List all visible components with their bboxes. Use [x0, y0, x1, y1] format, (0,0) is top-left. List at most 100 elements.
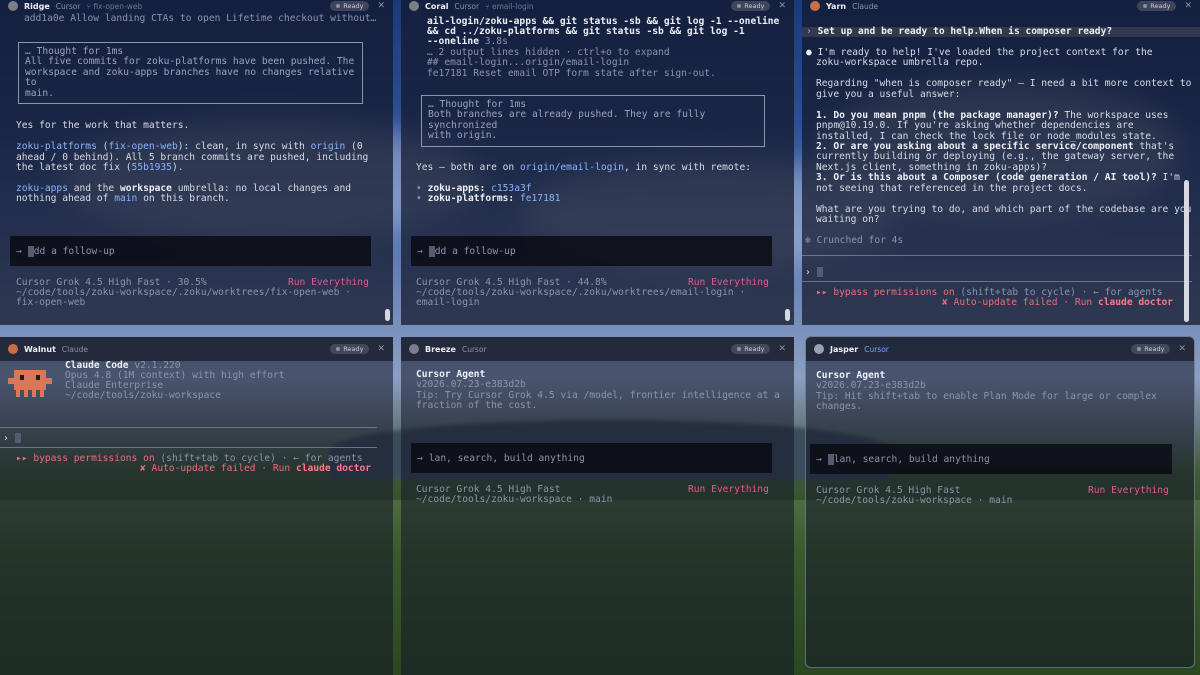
close-icon[interactable]: ✕ [1184, 1, 1192, 11]
response-line: pnpm@10.19.0. If you're asking whether d… [816, 120, 1134, 131]
pane-ridge[interactable]: Ridge Cursor ⑂ fix-open-web Ready ✕ add1… [0, 0, 393, 325]
pane-titlebar: Coral Cursor ⑂ email-login Ready ✕ [401, 0, 794, 12]
response-line: Yes for the work that matters. [16, 120, 190, 131]
close-icon[interactable]: ✕ [1178, 344, 1186, 354]
agent-kind: Cursor [864, 344, 889, 354]
close-icon[interactable]: ✕ [377, 1, 385, 11]
cursor-logo-icon [814, 344, 824, 354]
branch-label: ⑂ email-login [485, 1, 534, 11]
pane-name: Ridge [24, 1, 50, 11]
response-line: zoku-platforms (fix-open-web): clean, in… [16, 141, 363, 152]
arrow-icon: → [417, 452, 423, 464]
status-badge: Ready [330, 344, 370, 354]
crunched-status: ✻ Crunched for 4s [805, 235, 904, 246]
bullet-item: • zoku-platforms: fe17181 [416, 193, 561, 204]
working-dir: ~/code/tools/zoku-workspace · main [416, 494, 613, 505]
close-icon[interactable]: ✕ [377, 344, 385, 354]
claude-mascot-icon [8, 370, 52, 397]
working-dir: ~/code/tools/zoku-workspace [65, 390, 221, 401]
prompt-input[interactable]: › [3, 433, 21, 444]
pane-jasper[interactable]: Jasper Cursor Ready ✕ Cursor Agent v2026… [805, 336, 1195, 668]
cursor-logo-icon [8, 1, 18, 11]
pane-name: Jasper [830, 344, 859, 354]
prompt-placeholder: dd a follow-up [33, 245, 115, 257]
pane-walnut[interactable]: Walnut Claude Ready ✕ Claude Code v2.1.2… [0, 337, 393, 675]
prompt-input[interactable]: › [805, 267, 823, 278]
agent-kind: Cursor [461, 344, 487, 354]
response-line: zoku-workspace umbrella repo. [816, 57, 984, 68]
pane-titlebar: Breeze Cursor Ready ✕ [401, 337, 794, 361]
output-line: fe17181 Reset email OTP form state after… [427, 68, 716, 79]
arrow-icon: → [16, 245, 22, 257]
agent-kind: Claude [852, 1, 879, 11]
pane-name: Yarn [826, 1, 847, 11]
run-everything-label[interactable]: Run Everything [688, 484, 769, 495]
branch-label: ⑂ fix-open-web [86, 1, 143, 11]
scrollbar[interactable] [385, 309, 390, 321]
arrow-icon: → [417, 245, 423, 257]
divider [802, 281, 1192, 282]
version: v2026.07.23-e383d2b [416, 379, 526, 390]
response-line: not seeing that referenced in the projec… [816, 183, 1088, 194]
divider [0, 427, 377, 428]
branch-name: email-login [416, 297, 480, 308]
status-badge: Ready [731, 344, 771, 354]
prompt-input[interactable]: → dd a follow-up [411, 236, 772, 266]
response-line: 3. Or is this about a Composer (code gen… [816, 172, 1180, 183]
run-everything-label[interactable]: Run Everything [1088, 485, 1169, 496]
cursor-logo-icon [409, 344, 419, 354]
close-icon[interactable]: ✕ [778, 344, 786, 354]
pane-name: Walnut [24, 344, 56, 354]
pane-titlebar: Yarn Claude Ready ✕ [802, 0, 1200, 12]
agent-kind: Claude [61, 344, 88, 354]
output-line: ## email-login...origin/email-login [427, 57, 630, 68]
arrow-icon: → [816, 453, 822, 465]
pane-titlebar: Walnut Claude Ready ✕ [0, 337, 393, 361]
text-cursor [14, 433, 21, 443]
thought-block: … Thought for 1ms All five commits for z… [18, 42, 363, 105]
scrollbar[interactable] [785, 309, 790, 321]
response-line: Yes — both are on origin/email-login, in… [416, 162, 752, 173]
pane-breeze[interactable]: Breeze Cursor Ready ✕ Cursor Agent v2026… [401, 337, 794, 675]
response-line: give you a useful answer: [816, 89, 961, 100]
prompt-input[interactable]: → dd a follow-up [10, 236, 371, 266]
divider [802, 255, 1192, 256]
status-badge: Ready [330, 1, 370, 11]
tip-text: Tip: Hit shift+tab to enable Plan Mode f… [816, 391, 1157, 402]
divider [0, 447, 377, 448]
pane-coral[interactable]: Coral Cursor ⑂ email-login Ready ✕ ail-l… [401, 0, 794, 325]
prompt-input[interactable]: → lan, search, build anything [810, 444, 1172, 474]
claude-logo-icon [810, 1, 820, 11]
prompt-placeholder: lan, search, build anything [833, 453, 990, 465]
user-message: › Set up and be ready to help.When is co… [802, 26, 1200, 38]
command-line: --oneline 3.8s [427, 36, 508, 47]
update-warning: ✘ Auto-update failed · Run claude doctor [942, 297, 1174, 308]
log-line: add1a0e Allow landing CTAs to open Lifet… [24, 13, 377, 24]
cursor-logo-icon [409, 1, 419, 11]
thought-block: … Thought for 1ms Both branches are alre… [421, 95, 765, 147]
response-line: Regarding "when is composer ready" — I n… [816, 78, 1192, 89]
status-badge: Ready [1137, 1, 1177, 11]
pane-titlebar: Jasper Cursor Ready ✕ [806, 337, 1194, 361]
response-line: nothing ahead of main on this branch. [16, 193, 230, 204]
branch-name: fix-open-web [16, 297, 86, 308]
update-warning: ✘ Auto-update failed · Run claude doctor [140, 463, 372, 474]
prompt-placeholder: dd a follow-up [434, 245, 516, 257]
prompt-input[interactable]: → lan, search, build anything [411, 443, 772, 473]
response-line: the latest doc fix (55b1935). [16, 162, 184, 173]
tip-text: fraction of the cost. [416, 400, 538, 411]
status-badge: Ready [731, 1, 771, 11]
prompt-placeholder: lan, search, build anything [428, 452, 585, 464]
agent-kind: Cursor [454, 1, 480, 11]
pane-yarn[interactable]: Yarn Claude Ready ✕ › Set up and be read… [802, 0, 1200, 325]
response-line: currently building or deploying (e.g., t… [816, 151, 1175, 162]
claude-logo-icon [8, 344, 18, 354]
pane-name: Coral [425, 1, 449, 11]
tip-text: changes. [816, 401, 863, 412]
status-badge: Ready [1131, 344, 1171, 354]
pane-titlebar: Ridge Cursor ⑂ fix-open-web Ready ✕ [0, 0, 393, 12]
scrollbar[interactable] [1184, 180, 1189, 322]
agent-kind: Cursor [55, 1, 81, 11]
text-cursor [816, 267, 823, 277]
close-icon[interactable]: ✕ [778, 1, 786, 11]
